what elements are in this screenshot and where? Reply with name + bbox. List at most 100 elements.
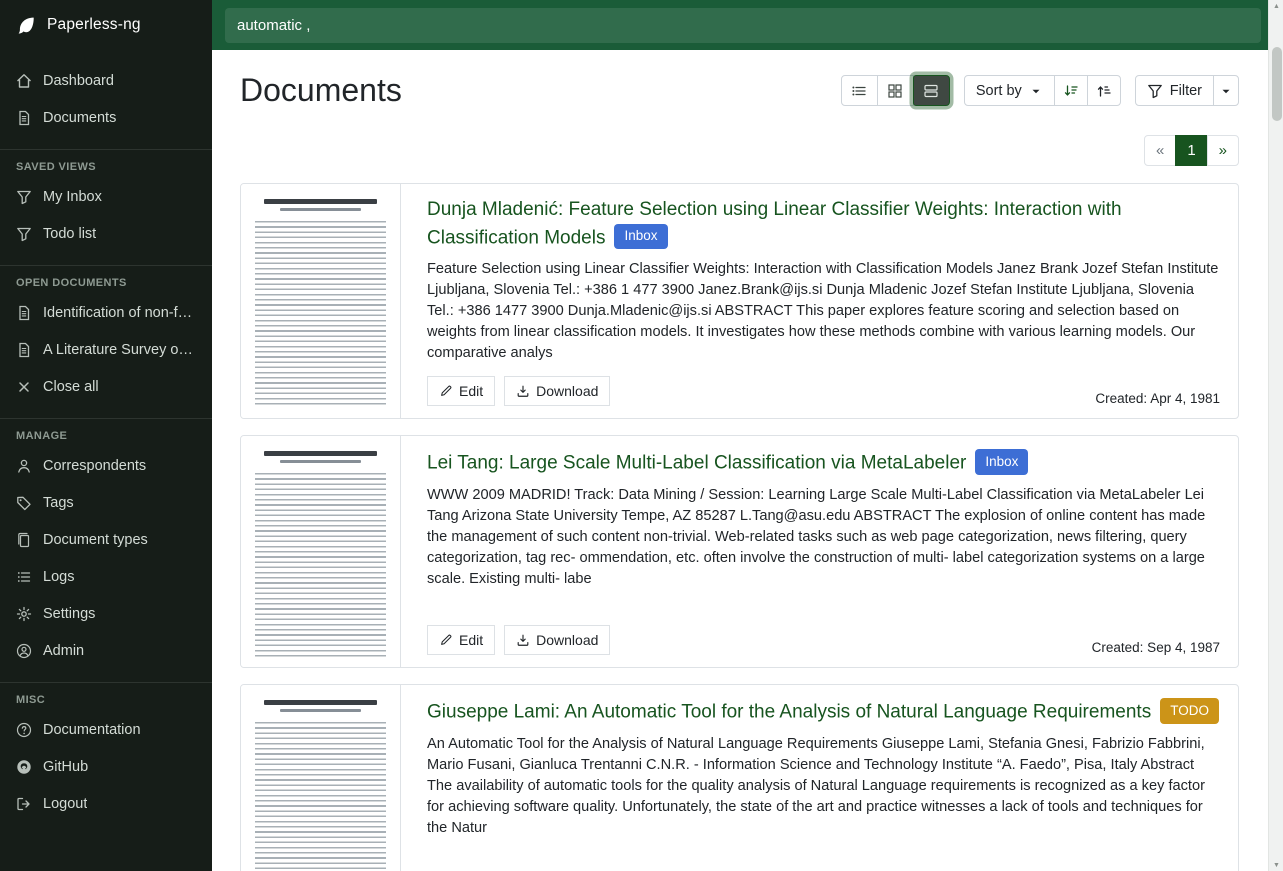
sidebar: DashboardDocumentsSAVED VIEWSMy InboxTod… — [0, 50, 212, 871]
document-title: Giuseppe Lami: An Automatic Tool for the… — [427, 698, 1220, 726]
house-icon — [16, 73, 32, 89]
sidebar-nav: DashboardDocumentsSAVED VIEWSMy InboxTod… — [0, 62, 212, 822]
document-list: Dunja Mladenić: Feature Selection using … — [240, 183, 1239, 871]
edit-button[interactable]: Edit — [427, 376, 495, 406]
download-icon — [516, 384, 530, 398]
sidebar-item-a-literature-survey-on[interactable]: A Literature Survey on ... — [0, 331, 212, 368]
sidebar-item-todo-list[interactable]: Todo list — [0, 215, 212, 252]
sidebar-item-label: Admin — [43, 642, 84, 660]
page-title: Documents — [240, 72, 402, 109]
edit-button[interactable]: Edit — [427, 625, 495, 655]
pencil-icon — [439, 384, 453, 398]
sidebar-item-logs[interactable]: Logs — [0, 558, 212, 595]
sidebar-item-label: My Inbox — [43, 188, 102, 206]
sidebar-item-label: Logs — [43, 568, 74, 586]
file-text-icon — [16, 305, 32, 321]
scroll-up-arrow-icon[interactable]: ▲ — [1269, 0, 1283, 12]
pencil-icon — [439, 633, 453, 647]
sidebar-item-admin[interactable]: Admin — [0, 632, 212, 669]
document-excerpt: An Automatic Tool for the Analysis of Na… — [427, 734, 1220, 840]
tag-badge[interactable]: TODO — [1160, 698, 1219, 724]
filter-dropdown-button[interactable] — [1213, 75, 1239, 106]
download-button[interactable]: Download — [504, 625, 610, 655]
filter-label: Filter — [1170, 83, 1202, 99]
document-thumbnail[interactable] — [241, 685, 401, 871]
sidebar-item-label: Close all — [43, 378, 99, 396]
download-button[interactable]: Download — [504, 376, 610, 406]
sidebar-item-tags[interactable]: Tags — [0, 484, 212, 521]
document-title-link[interactable]: Lei Tang: Large Scale Multi-Label Classi… — [427, 453, 966, 474]
pagination-next[interactable]: » — [1207, 135, 1239, 166]
grid-view-button[interactable] — [877, 75, 914, 106]
filter-group: Filter — [1135, 75, 1239, 106]
search-input[interactable] — [225, 8, 1261, 43]
sidebar-item-logout[interactable]: Logout — [0, 785, 212, 822]
sidebar-item-documentation[interactable]: Documentation — [0, 711, 212, 748]
sort-descending-icon — [1063, 83, 1079, 99]
document-thumbnail[interactable] — [241, 184, 401, 418]
github-icon — [16, 759, 32, 775]
sidebar-item-label: Todo list — [43, 225, 96, 243]
edit-button-label: Edit — [459, 632, 483, 648]
caret-down-icon — [1219, 84, 1233, 98]
sidebar-item-settings[interactable]: Settings — [0, 595, 212, 632]
thumbnail-title-line — [264, 451, 377, 456]
paperless-leaf-icon — [16, 15, 37, 36]
brand[interactable]: Paperless-ng — [0, 0, 212, 50]
detail-view-button[interactable] — [913, 75, 950, 106]
page-header: Documents Sort by — [240, 72, 1239, 109]
list-view-icon — [851, 83, 867, 99]
list-view-button[interactable] — [841, 75, 878, 106]
sidebar-item-close-all[interactable]: Close all — [0, 368, 212, 405]
document-title-link[interactable]: Giuseppe Lami: An Automatic Tool for the… — [427, 702, 1151, 723]
main-content: Documents Sort by — [212, 50, 1283, 871]
sidebar-item-github[interactable]: GitHub — [0, 748, 212, 785]
topbar — [212, 0, 1283, 50]
sort-by-button[interactable]: Sort by — [964, 75, 1055, 106]
sidebar-item-document-types[interactable]: Document types — [0, 521, 212, 558]
document-actions: Edit Download — [427, 625, 610, 655]
sidebar-item-label: Document types — [43, 531, 148, 549]
funnel-icon — [1147, 83, 1163, 99]
document-card-footer: Edit Download Created: Apr 4, 1981 — [427, 364, 1220, 406]
funnel-icon — [16, 189, 32, 205]
download-icon — [516, 633, 530, 647]
sidebar-item-label: Tags — [43, 494, 74, 512]
tag-badge[interactable]: Inbox — [614, 224, 667, 250]
filter-button[interactable]: Filter — [1135, 75, 1214, 106]
thumbnail-title-line — [264, 700, 377, 705]
sidebar-item-dashboard[interactable]: Dashboard — [0, 62, 212, 99]
thumbnail-text-lines — [255, 221, 386, 408]
scrollbar[interactable]: ▲ ▼ — [1268, 0, 1283, 871]
sort-descending-button[interactable] — [1054, 75, 1088, 106]
sort-alphabetical-button[interactable] — [1087, 75, 1121, 106]
sort-alphabetical-icon — [1096, 83, 1112, 99]
thumbnail-subtitle-line — [280, 460, 361, 463]
scrollbar-thumb[interactable] — [1272, 47, 1282, 121]
toolbar: Sort by Filter — [841, 75, 1239, 106]
document-card-body: Lei Tang: Large Scale Multi-Label Classi… — [401, 436, 1238, 667]
caret-down-icon — [1029, 84, 1043, 98]
sidebar-item-label: Dashboard — [43, 72, 114, 90]
document-card: Lei Tang: Large Scale Multi-Label Classi… — [240, 435, 1239, 668]
pagination-page-1[interactable]: 1 — [1175, 135, 1207, 166]
sidebar-section-open-documents: OPEN DOCUMENTS — [0, 265, 212, 294]
pagination-item: 1 — [1176, 135, 1207, 166]
document-title-link[interactable]: Dunja Mladenić: Feature Selection using … — [427, 199, 1122, 248]
created-date: Created: Apr 4, 1981 — [1095, 391, 1220, 406]
grid-view-icon — [887, 83, 903, 99]
edit-button-label: Edit — [459, 383, 483, 399]
document-thumbnail[interactable] — [241, 436, 401, 667]
person-circle-icon — [16, 643, 32, 659]
file-text-icon — [16, 342, 32, 358]
file-stack-icon — [16, 532, 32, 548]
scroll-down-arrow-icon[interactable]: ▼ — [1269, 859, 1283, 871]
detail-view-icon — [923, 83, 939, 99]
sidebar-item-identification-of-non-fu[interactable]: Identification of non-fu... — [0, 294, 212, 331]
tag-badge[interactable]: Inbox — [975, 449, 1028, 475]
sidebar-item-correspondents[interactable]: Correspondents — [0, 447, 212, 484]
sidebar-item-my-inbox[interactable]: My Inbox — [0, 178, 212, 215]
sidebar-item-documents[interactable]: Documents — [0, 99, 212, 136]
funnel-icon — [16, 226, 32, 242]
pagination-prev[interactable]: « — [1144, 135, 1176, 166]
